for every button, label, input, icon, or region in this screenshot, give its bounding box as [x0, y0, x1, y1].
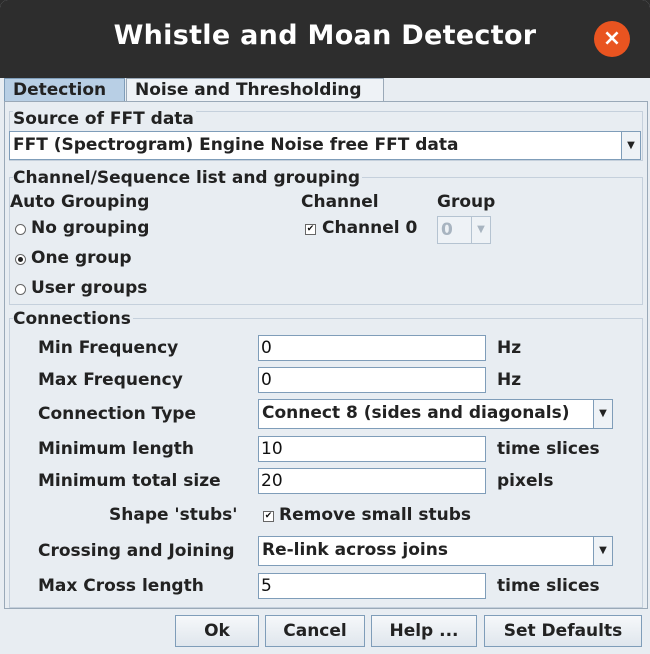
minimum-total-size-value: 20 — [261, 471, 283, 491]
fft-source-value: FFT (Spectrogram) Engine Noise free FFT … — [13, 135, 459, 155]
shape-stubs-label: Shape 'stubs' — [109, 505, 238, 525]
channel-group-title: Channel/Sequence list and grouping — [13, 168, 363, 188]
help-button[interactable]: Help ... — [371, 615, 477, 647]
chevron-down-icon[interactable]: ▼ — [621, 132, 640, 159]
radio-user-groups-label[interactable]: User groups — [31, 278, 147, 298]
max-frequency-unit: Hz — [497, 370, 522, 390]
minimum-total-size-unit: pixels — [497, 471, 554, 491]
chevron-down-icon[interactable]: ▼ — [593, 400, 612, 428]
auto-grouping-label: Auto Grouping — [10, 192, 150, 212]
channel-0-label[interactable]: Channel 0 — [322, 218, 417, 238]
close-icon[interactable]: × — [594, 21, 630, 57]
crossing-joining-select[interactable]: Re-link across joins ▼ — [258, 536, 613, 566]
dialog-content: Detection Noise and Thresholding Source … — [0, 78, 650, 654]
min-frequency-input[interactable]: 0 — [258, 335, 486, 361]
max-frequency-label: Max Frequency — [38, 370, 183, 390]
minimum-total-size-label: Minimum total size — [38, 471, 221, 491]
channel-0-checkbox[interactable]: ✔ — [305, 224, 316, 235]
remove-stubs-label[interactable]: Remove small stubs — [279, 505, 471, 525]
detection-panel: Source of FFT data FFT (Spectrogram) Eng… — [4, 101, 648, 609]
max-cross-length-label: Max Cross length — [38, 576, 204, 596]
max-cross-length-input[interactable]: 5 — [258, 573, 486, 599]
connection-type-value: Connect 8 (sides and diagonals) — [262, 403, 570, 423]
crossing-joining-value: Re-link across joins — [262, 540, 448, 560]
remove-stubs-checkbox[interactable]: ✔ — [263, 511, 274, 522]
connections-group-title: Connections — [13, 309, 133, 329]
chevron-down-icon[interactable]: ▼ — [593, 537, 612, 565]
max-frequency-value: 0 — [261, 370, 272, 390]
group-column-header: Group — [437, 192, 496, 212]
group-select: 0 ▼ — [437, 216, 491, 244]
tab-noise-and-thresholding[interactable]: Noise and Thresholding — [126, 78, 384, 102]
connection-type-select[interactable]: Connect 8 (sides and diagonals) ▼ — [258, 399, 613, 429]
window-title: Whistle and Moan Detector — [113, 20, 537, 51]
ok-button[interactable]: Ok — [175, 615, 259, 647]
minimum-length-unit: time slices — [497, 439, 600, 459]
channel-column-header: Channel — [301, 192, 379, 212]
title-bar[interactable]: Whistle and Moan Detector × — [0, 0, 650, 78]
minimum-length-value: 10 — [261, 439, 283, 459]
minimum-total-size-input[interactable]: 20 — [258, 468, 486, 494]
minimum-length-label: Minimum length — [38, 439, 194, 459]
radio-user-groups[interactable] — [15, 284, 26, 295]
connection-type-label: Connection Type — [38, 404, 196, 424]
radio-one-group[interactable] — [15, 254, 26, 265]
min-frequency-label: Min Frequency — [38, 338, 179, 358]
radio-one-group-label[interactable]: One group — [31, 248, 132, 268]
minimum-length-input[interactable]: 10 — [258, 436, 486, 462]
max-cross-length-value: 5 — [261, 576, 272, 596]
tab-detection[interactable]: Detection — [4, 78, 125, 102]
group-select-value: 0 — [441, 220, 453, 240]
chevron-down-icon: ▼ — [471, 217, 490, 243]
set-defaults-button[interactable]: Set Defaults — [484, 615, 642, 647]
max-frequency-input[interactable]: 0 — [258, 367, 486, 393]
min-frequency-unit: Hz — [497, 338, 522, 358]
crossing-joining-label: Crossing and Joining — [38, 541, 235, 561]
dialog-window: Whistle and Moan Detector × Detection No… — [0, 0, 650, 654]
source-group-title: Source of FFT data — [13, 109, 196, 129]
min-frequency-value: 0 — [261, 338, 272, 358]
radio-no-grouping-label[interactable]: No grouping — [31, 218, 149, 238]
cancel-button[interactable]: Cancel — [265, 615, 365, 647]
fft-source-select[interactable]: FFT (Spectrogram) Engine Noise free FFT … — [9, 131, 641, 160]
max-cross-length-unit: time slices — [497, 576, 600, 596]
radio-no-grouping[interactable] — [15, 224, 26, 235]
